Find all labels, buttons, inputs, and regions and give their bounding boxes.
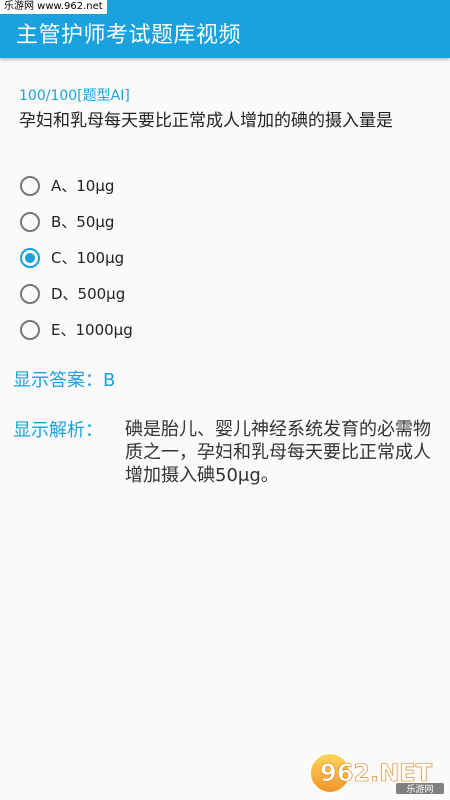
option-a[interactable]: A、10μg <box>20 168 430 204</box>
option-c[interactable]: C、100μg <box>20 240 430 276</box>
show-analysis-label[interactable]: 显示解析： <box>13 418 103 444</box>
question-meta: 100/100[题型AI] <box>19 86 130 106</box>
show-answer-label: 显示答案： <box>13 370 103 391</box>
watermark-top: 乐游网 www.962.net <box>0 0 107 14</box>
answer-value: B <box>103 370 116 391</box>
logo-subtitle: 乐游网 <box>406 783 433 794</box>
options-group: A、10μg B、50μg C、100μg D、500μg E、1000μg <box>20 168 430 348</box>
option-e[interactable]: E、1000μg <box>20 312 430 348</box>
option-b[interactable]: B、50μg <box>20 204 430 240</box>
app-bar: 主管护师考试题库视频 <box>0 14 450 58</box>
show-answer[interactable]: 显示答案：B <box>13 368 115 394</box>
analysis-text: 碘是胎儿、婴儿神经系统发育的必需物质之一，孕妇和乳母每天要比正常成人增加摄入碘5… <box>125 419 431 486</box>
radio-button-a[interactable] <box>20 176 40 196</box>
radio-button-c[interactable] <box>20 248 40 268</box>
logo-brand: 962.NET <box>320 759 433 787</box>
option-label-b: B、50μg <box>51 213 115 231</box>
option-d[interactable]: D、500μg <box>20 276 430 312</box>
option-label-d: D、500μg <box>51 285 126 303</box>
question-text: 孕妇和乳母每天要比正常成人增加的碘的摄入量是 <box>19 111 393 131</box>
option-label-e: E、1000μg <box>51 321 133 339</box>
radio-button-b[interactable] <box>20 212 40 232</box>
watermark-logo: 962.NET 乐游网 <box>309 752 444 794</box>
question-type-tag: [题型AI] <box>77 88 130 104</box>
page-title: 主管护师考试题库视频 <box>16 23 242 48</box>
question-progress: 100/100 <box>19 88 78 104</box>
radio-button-e[interactable] <box>20 320 40 340</box>
radio-button-d[interactable] <box>20 284 40 304</box>
option-label-c: C、100μg <box>51 249 125 267</box>
option-label-a: A、10μg <box>51 177 115 195</box>
